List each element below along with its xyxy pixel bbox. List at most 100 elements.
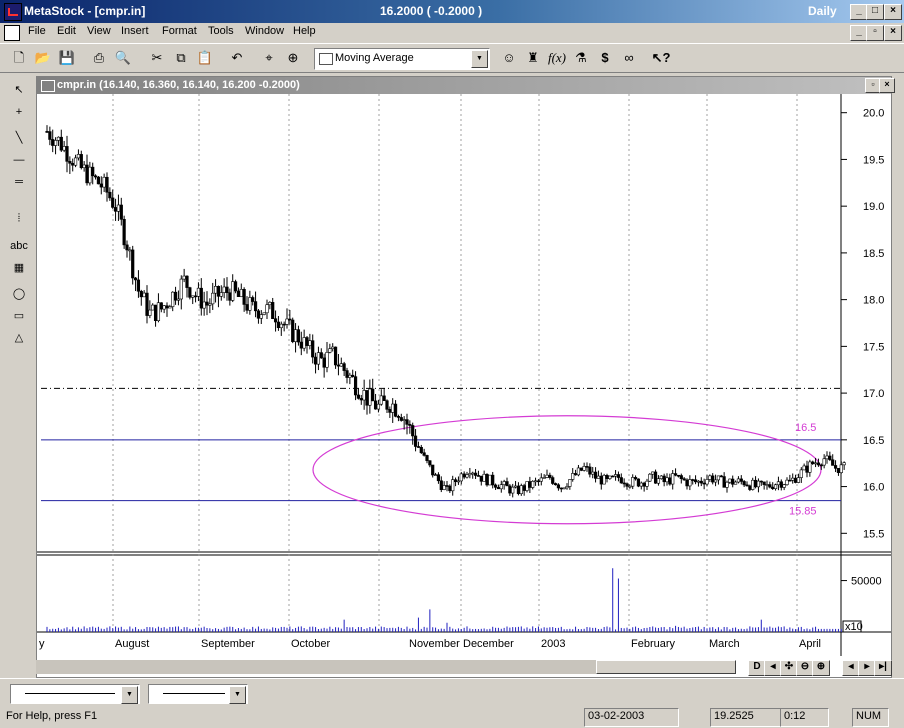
drawing-toolbar: ↖ + ╲ — ═ ⦙ abc ▦ ◯ ▭ △: [4, 76, 32, 672]
print-preview-icon[interactable]: 🔍: [112, 47, 134, 69]
candle-body: [213, 286, 218, 294]
candle-body: [573, 473, 578, 476]
menu-tools[interactable]: Tools: [208, 25, 234, 37]
print-icon[interactable]: ⎙: [88, 47, 110, 69]
vertical-line-icon[interactable]: ⦙: [8, 208, 30, 228]
date-axis-label: August: [115, 638, 149, 650]
candle-body: [762, 481, 766, 485]
main-toolbar: 🗋 📂 💾 ⎙ 🔍 ✂ ⧉ 📋 ↶ ⌖ ⊕ Moving Average ▼ ☺…: [0, 43, 904, 73]
zoom-in-icon[interactable]: ⊕: [812, 660, 830, 676]
horizontal-line-icon[interactable]: —: [8, 150, 30, 170]
candle-body: [205, 301, 209, 306]
candle-body: [593, 471, 598, 479]
candle-body: [702, 482, 706, 485]
explorer-icon[interactable]: ♜: [522, 47, 544, 69]
candle-body: [708, 475, 712, 480]
grid-icon[interactable]: ▦: [8, 258, 30, 278]
menu-format[interactable]: Format: [162, 25, 197, 37]
candle-body: [693, 479, 698, 483]
candle-body: [616, 474, 621, 478]
candle-body: [628, 485, 632, 488]
text-icon[interactable]: abc: [8, 236, 30, 256]
candle-body: [216, 286, 221, 297]
trendline-icon[interactable]: ╲: [8, 128, 30, 148]
child-close-button[interactable]: ×: [884, 25, 902, 41]
line-style-select[interactable]: ▼: [10, 684, 140, 704]
candle-body: [633, 477, 638, 480]
system-tester-icon[interactable]: ⚗: [570, 47, 592, 69]
candle-body: [828, 455, 832, 461]
line-weight-select[interactable]: ▼: [148, 684, 248, 704]
parallel-lines-icon[interactable]: ═: [8, 172, 30, 192]
open-icon[interactable]: 📂: [32, 47, 54, 69]
paste-icon[interactable]: 📋: [194, 47, 216, 69]
menu-insert[interactable]: Insert: [121, 25, 149, 37]
copy-icon[interactable]: ⧉: [170, 47, 192, 69]
candle-body: [533, 480, 538, 483]
price-chart[interactable]: 20.0 19.5 19.0 18.5 18.0 17.5 17.0 16.5 16.0 15.5…: [37, 94, 891, 656]
scroll-end-icon[interactable]: ▸|: [874, 660, 892, 676]
menu-help[interactable]: Help: [293, 25, 316, 37]
date-axis-label: October: [291, 638, 330, 650]
chart-close-button[interactable]: ×: [879, 78, 895, 93]
menu-file[interactable]: File: [28, 25, 46, 37]
candle-body: [619, 477, 623, 484]
candle-body: [639, 482, 643, 487]
help-icon[interactable]: ↖?: [650, 47, 672, 69]
zoom-icon[interactable]: ⊕: [282, 47, 304, 69]
undo-icon[interactable]: ↶: [226, 47, 248, 69]
candle-body: [271, 302, 275, 319]
chevron-down-icon[interactable]: ▼: [229, 686, 246, 704]
menu-edit[interactable]: Edit: [57, 25, 76, 37]
cut-icon[interactable]: ✂: [146, 47, 168, 69]
candle-body: [413, 435, 418, 447]
price-tick-label: 18.0: [863, 295, 884, 307]
ellipse-icon[interactable]: ◯: [8, 284, 30, 304]
binoculars-icon[interactable]: ∞: [618, 47, 640, 69]
candle-body: [688, 479, 692, 487]
candle-body: [339, 363, 343, 367]
candle-body: [76, 154, 81, 159]
indicator-select[interactable]: Moving Average ▼: [314, 48, 490, 70]
candle-body: [322, 357, 326, 368]
chevron-down-icon[interactable]: ▼: [121, 686, 138, 704]
dollar-icon[interactable]: $: [594, 47, 616, 69]
document-menu-icon[interactable]: [4, 25, 20, 41]
candle-body: [222, 286, 226, 293]
menu-window[interactable]: Window: [245, 25, 284, 37]
scrollbar-thumb[interactable]: [596, 660, 736, 674]
rectangle-icon[interactable]: ▭: [8, 306, 30, 326]
candle-body: [631, 477, 635, 487]
crosshair-tool-icon[interactable]: +: [8, 102, 30, 122]
child-restore-button[interactable]: ▫: [866, 25, 884, 41]
candle-body: [513, 485, 518, 488]
pointer-icon[interactable]: ↖: [8, 80, 30, 100]
price-tick-label: 19.0: [863, 201, 884, 213]
candle-body: [153, 304, 158, 321]
candle-body: [751, 479, 755, 490]
line-style-bar: ▼ ▼: [0, 678, 904, 704]
function-icon[interactable]: f(x): [546, 47, 568, 69]
metastock-app-icon[interactable]: [4, 3, 22, 21]
candle-body: [553, 483, 558, 486]
candle-body: [119, 204, 123, 220]
close-button[interactable]: ×: [884, 4, 902, 20]
crosshair-icon[interactable]: ⌖: [258, 47, 280, 69]
candle-body: [545, 474, 549, 478]
date-axis-label: y: [39, 638, 45, 650]
new-icon[interactable]: 🗋: [8, 47, 30, 69]
horizontal-scrollbar[interactable]: [36, 660, 736, 674]
candle-body: [128, 249, 132, 252]
candle-body: [336, 364, 341, 367]
chevron-down-icon[interactable]: ▼: [471, 50, 488, 68]
maximize-button[interactable]: □: [866, 4, 884, 20]
candle-body: [371, 388, 375, 402]
menu-view[interactable]: View: [87, 25, 111, 37]
chart-window[interactable]: cmpr.in (16.140, 16.360, 16.140, 16.200 …: [36, 76, 895, 678]
chart-scroll-row: D ◂ ✣ ⊖ ⊕ ◂ ▸ ▸|: [36, 658, 892, 676]
candle-body: [739, 478, 743, 482]
triangle-icon[interactable]: △: [8, 328, 30, 348]
expert-advisor-icon[interactable]: ☺: [498, 47, 520, 69]
save-icon[interactable]: 💾: [56, 47, 78, 69]
candle-body: [351, 374, 355, 377]
